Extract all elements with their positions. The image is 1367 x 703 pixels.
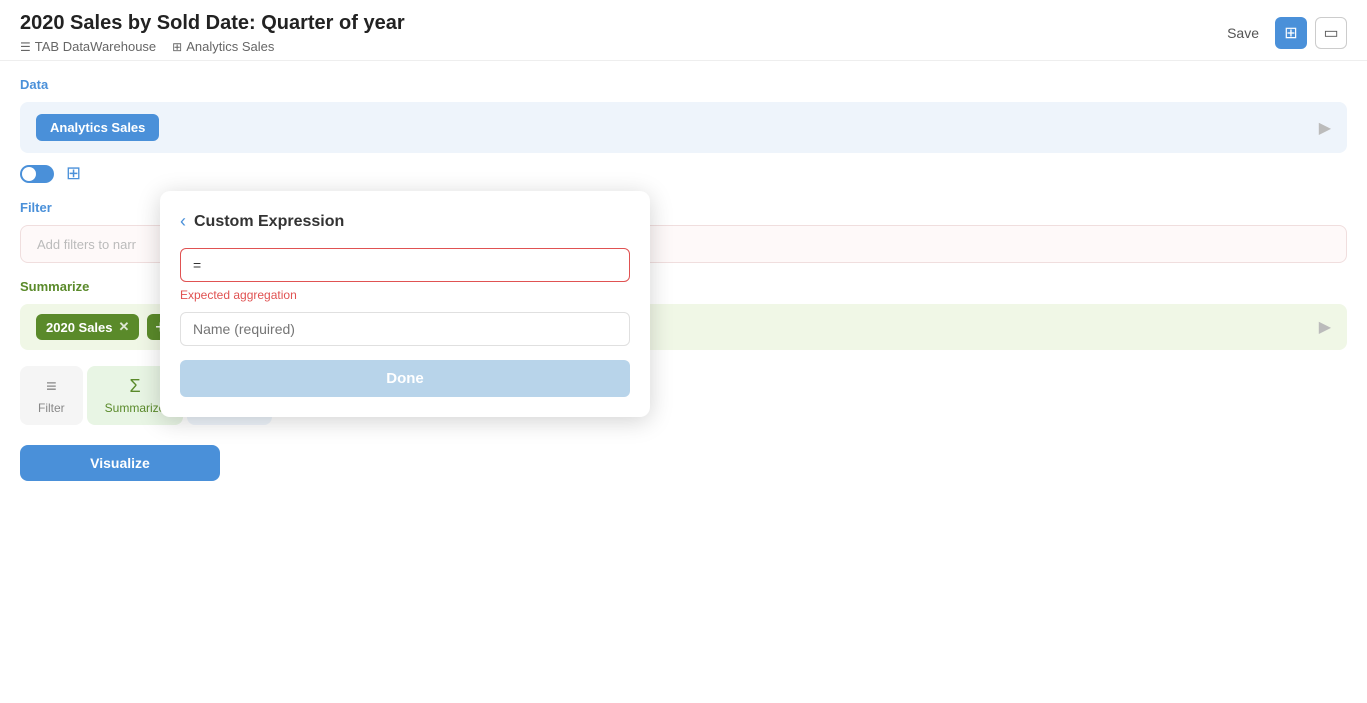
modal-title: Custom Expression xyxy=(194,213,344,231)
breadcrumb-warehouse[interactable]: ☰ TAB DataWarehouse xyxy=(20,39,156,54)
expression-error: Expected aggregation xyxy=(180,288,630,302)
visualize-button[interactable]: Visualize xyxy=(20,445,220,481)
metric-tag-label: 2020 Sales xyxy=(46,320,113,335)
toggle-switch[interactable] xyxy=(20,165,54,183)
expression-input[interactable] xyxy=(180,248,630,282)
page-title: 2020 Sales by Sold Date: Quarter of year xyxy=(20,12,405,35)
summarize-toolbar-label: Summarize xyxy=(105,401,166,415)
filter-toolbar-button[interactable]: ≡ Filter xyxy=(20,366,83,425)
metric-tag-close[interactable]: ✕ xyxy=(119,319,130,335)
modal-overlay: ‹ Custom Expression Expected aggregation… xyxy=(160,191,650,417)
name-input[interactable] xyxy=(180,312,630,346)
data-section: Data Analytics Sales ▶ ⊞ xyxy=(20,77,1347,184)
grid-view-button[interactable]: ⊞ xyxy=(1275,17,1307,49)
data-arrow-icon: ▶ xyxy=(1319,118,1331,138)
save-button[interactable]: Save xyxy=(1219,21,1267,45)
filter-toolbar-icon: ≡ xyxy=(46,376,57,397)
breadcrumb-analytics-label: Analytics Sales xyxy=(186,39,274,54)
toggle-knob xyxy=(22,167,36,181)
metric-tag[interactable]: 2020 Sales ✕ xyxy=(36,314,139,340)
back-arrow-icon[interactable]: ‹ xyxy=(180,211,186,232)
summarize-toolbar-icon: Σ xyxy=(129,376,140,397)
table-icon: ☰ xyxy=(20,40,31,54)
summarize-grid-icon[interactable]: ⊞ xyxy=(66,163,81,184)
summarize-arrow-icon: ▶ xyxy=(1319,317,1331,337)
grid-breadcrumb-icon: ⊞ xyxy=(172,40,182,54)
data-section-label: Data xyxy=(20,77,1347,92)
custom-expression-modal: ‹ Custom Expression Expected aggregation… xyxy=(160,191,650,417)
add-filter-placeholder: Add filters to narr xyxy=(37,237,136,252)
modal-header: ‹ Custom Expression xyxy=(180,211,630,232)
breadcrumb-warehouse-label: TAB DataWarehouse xyxy=(35,39,156,54)
analytics-sales-button[interactable]: Analytics Sales xyxy=(36,114,159,141)
data-source-box: Analytics Sales ▶ xyxy=(20,102,1347,153)
filter-toolbar-label: Filter xyxy=(38,401,65,415)
layout-button[interactable]: ▭ xyxy=(1315,17,1347,49)
done-button[interactable]: Done xyxy=(180,360,630,397)
breadcrumb-analytics[interactable]: ⊞ Analytics Sales xyxy=(172,39,274,54)
toggle-row: ⊞ xyxy=(20,163,1347,184)
